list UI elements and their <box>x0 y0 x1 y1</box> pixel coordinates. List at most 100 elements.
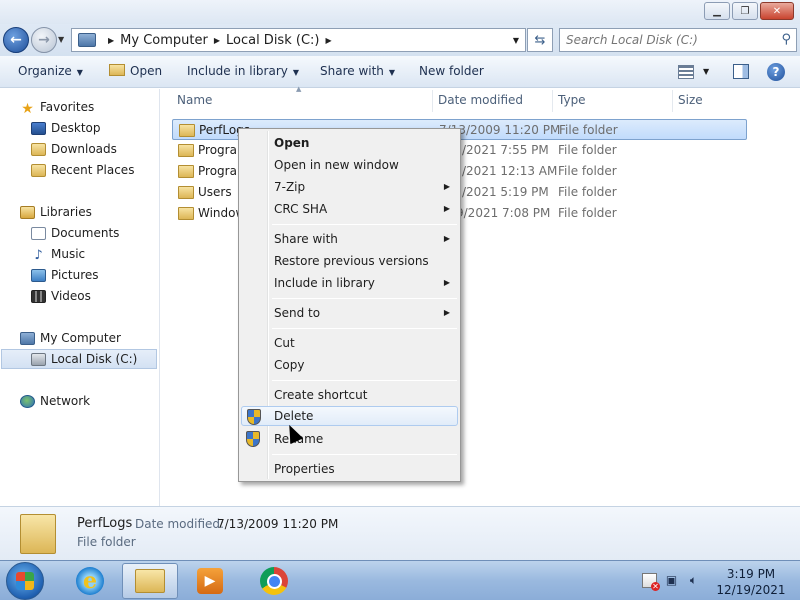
file-type: File folder <box>558 143 617 157</box>
system-tray: ▣ 🔈︎ <box>642 573 701 591</box>
chevron-down-icon: ▼ <box>388 68 396 77</box>
view-options-dropdown-icon[interactable]: ▼ <box>703 67 709 76</box>
nav-label: Desktop <box>51 121 101 135</box>
change-view-icon[interactable] <box>678 65 694 79</box>
nav-item-documents[interactable]: Documents <box>31 223 119 243</box>
system-clock[interactable]: 3:19 PM 12/19/2021 <box>716 566 786 598</box>
maximize-button[interactable]: ❐ <box>732 2 758 20</box>
nav-label: Videos <box>51 289 91 303</box>
command-bar: Organize ▼ Open Include in library ▼ Share… <box>0 56 800 88</box>
include-in-library-button[interactable]: Include in library ▼ <box>187 64 299 78</box>
share-with-button[interactable]: Share with ▼ <box>320 64 395 78</box>
preview-pane-icon[interactable] <box>733 64 749 79</box>
media-player-icon: ▶ <box>197 568 223 594</box>
nav-label: Documents <box>51 226 120 240</box>
minimize-button[interactable]: ▁ <box>704 2 730 20</box>
organize-button[interactable]: Organize ▼ <box>18 64 83 78</box>
menu-item-crc-sha[interactable]: CRC SHA ▶ <box>241 199 458 219</box>
back-button[interactable]: ← <box>3 27 29 53</box>
column-divider[interactable] <box>672 90 673 112</box>
search-input[interactable] <box>566 33 766 47</box>
new-folder-label: New folder <box>419 64 484 78</box>
taskbar: e ▶ ▣ 🔈︎ 3:19 PM 12/19/2021 <box>0 560 800 600</box>
nav-item-recent-places[interactable]: Recent Places <box>31 160 134 180</box>
details-date-value: 7/13/2009 11:20 PM <box>217 517 339 531</box>
taskbar-chrome[interactable] <box>246 563 302 599</box>
breadcrumb-my-computer[interactable]: My Computer <box>120 33 208 48</box>
menu-item-send-to[interactable]: Send to ▶ <box>241 303 458 323</box>
menu-item-open[interactable]: Open <box>241 133 458 153</box>
menu-item-include-in-library[interactable]: Include in library ▶ <box>241 273 458 293</box>
menu-item-share-with[interactable]: Share with ▶ <box>241 229 458 249</box>
submenu-arrow-icon: ▶ <box>443 204 450 213</box>
nav-label: My Computer <box>40 331 121 345</box>
refresh-button[interactable]: ⇆ <box>527 28 553 52</box>
submenu-arrow-icon: ▶ <box>443 234 450 243</box>
uac-shield-icon <box>247 409 261 425</box>
menu-item-label: Restore previous versions <box>274 254 429 268</box>
menu-item-copy[interactable]: Copy <box>241 355 458 375</box>
volume-icon[interactable]: 🔈︎ <box>686 573 701 588</box>
help-icon[interactable]: ? <box>767 63 785 81</box>
column-header-name[interactable]: Name <box>177 93 212 107</box>
menu-item-cut[interactable]: Cut <box>241 333 458 353</box>
videos-icon <box>31 289 46 303</box>
column-divider[interactable] <box>552 90 553 112</box>
music-icon: ♪ <box>34 247 43 263</box>
address-dropdown-icon[interactable]: ▼ <box>513 36 519 45</box>
chevron-down-icon: ▼ <box>76 68 83 77</box>
menu-item-label: Create shortcut <box>274 388 368 402</box>
taskbar-windows-explorer[interactable] <box>122 563 178 599</box>
folder-icon <box>178 144 194 157</box>
nav-item-favorites[interactable]: ★ Favorites <box>20 97 94 117</box>
open-button[interactable]: Open <box>109 64 162 78</box>
breadcrumb-chevron-icon[interactable]: ▶ <box>108 36 114 45</box>
menu-item-delete[interactable]: Delete <box>241 406 458 426</box>
column-header-type[interactable]: Type <box>558 93 586 107</box>
menu-item-restore-previous-versions[interactable]: Restore previous versions <box>241 251 458 271</box>
menu-separator <box>272 298 457 299</box>
recent-pages-dropdown-icon[interactable]: ▼ <box>58 35 64 44</box>
search-box[interactable]: ⚲ <box>559 28 797 52</box>
address-bar[interactable]: ▶ My Computer ▶ Local Disk (C:) ▶ ▼ <box>71 28 526 52</box>
menu-item-label: Open in new window <box>274 158 399 172</box>
new-folder-button[interactable]: New folder <box>419 64 484 78</box>
column-divider[interactable] <box>432 90 433 112</box>
nav-item-videos[interactable]: Videos <box>31 286 91 306</box>
breadcrumb-local-disk[interactable]: Local Disk (C:) <box>226 33 319 48</box>
file-type: File folder <box>558 206 617 220</box>
nav-item-libraries[interactable]: Libraries <box>20 202 92 222</box>
nav-item-music[interactable]: ♪ Music <box>31 244 85 264</box>
menu-item-label: CRC SHA <box>274 202 328 216</box>
breadcrumb-chevron-icon[interactable]: ▶ <box>214 36 220 45</box>
menu-item-properties[interactable]: Properties <box>241 459 458 479</box>
nav-item-local-disk[interactable]: Local Disk (C:) <box>1 349 157 369</box>
breadcrumb-chevron-icon[interactable]: ▶ <box>325 36 331 45</box>
menu-item-7zip[interactable]: 7-Zip ▶ <box>241 177 458 197</box>
details-type: File folder <box>77 535 136 549</box>
menu-item-open-new-window[interactable]: Open in new window <box>241 155 458 175</box>
navigation-pane: ★ Favorites Desktop Downloads Recent Plac… <box>0 89 160 506</box>
column-header-date-modified[interactable]: Date modified <box>438 93 523 107</box>
nav-label: Local Disk (C:) <box>51 352 138 366</box>
details-name: PerfLogs <box>77 516 133 531</box>
nav-item-network[interactable]: Network <box>20 391 90 411</box>
hard-disk-icon <box>31 352 46 366</box>
menu-item-create-shortcut[interactable]: Create shortcut <box>241 385 458 405</box>
network-status-icon[interactable]: ▣ <box>664 573 679 588</box>
menu-item-label: Include in library <box>274 276 375 290</box>
close-button[interactable]: ✕ <box>760 2 794 20</box>
nav-item-desktop[interactable]: Desktop <box>31 118 101 138</box>
start-button[interactable] <box>6 562 44 600</box>
menu-item-rename[interactable]: Rename <box>241 429 458 449</box>
column-header-size[interactable]: Size <box>678 93 703 107</box>
taskbar-media-player[interactable]: ▶ <box>182 563 238 599</box>
action-center-icon[interactable] <box>642 573 660 591</box>
search-icon[interactable]: ⚲ <box>781 32 791 47</box>
nav-item-downloads[interactable]: Downloads <box>31 139 117 159</box>
taskbar-internet-explorer[interactable]: e <box>62 563 118 599</box>
nav-item-my-computer[interactable]: My Computer <box>20 328 121 348</box>
nav-item-pictures[interactable]: Pictures <box>31 265 99 285</box>
forward-button[interactable]: → <box>31 27 57 53</box>
context-menu: Open Open in new window 7-Zip ▶ CRC SHA ▶ … <box>238 128 461 482</box>
